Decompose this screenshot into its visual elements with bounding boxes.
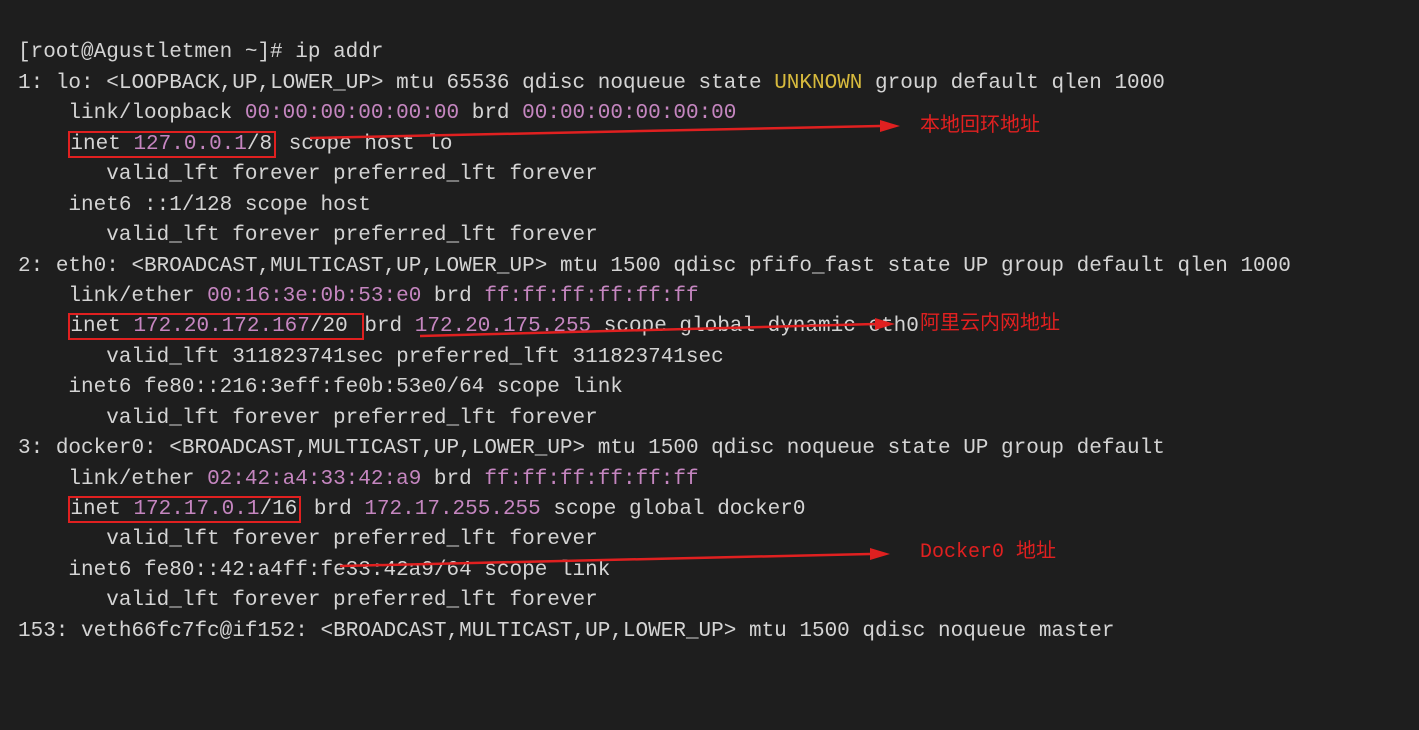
iface-veth: 153: veth66fc7fc@if152: <BROADCAST,MULTI… — [18, 620, 1114, 643]
docker0-inet6-lft: valid_lft forever preferred_lft forever — [18, 589, 598, 612]
docker0-link: link/ether 02:42:a4:33:42:a9 brd ff:ff:f… — [18, 468, 699, 491]
iface-eth0: 2: eth0: <BROADCAST,MULTICAST,UP,LOWER_U… — [18, 255, 1291, 278]
iface-docker0: 3: docker0: <BROADCAST,MULTICAST,UP,LOWE… — [18, 437, 1165, 460]
terminal-output: [root@Agustletmen ~]# ip addr 1: lo: <LO… — [0, 0, 1419, 655]
annotation-aliyun: 阿里云内网地址 — [920, 310, 1060, 339]
eth0-inet6-lft: valid_lft forever preferred_lft forever — [18, 407, 598, 430]
lo-inet: inet 127.0.0.1/8 scope host lo — [18, 131, 453, 158]
eth0-inet-lft: valid_lft 311823741sec preferred_lft 311… — [18, 346, 724, 369]
annotation-docker: Docker0 地址 — [920, 538, 1056, 567]
lo-inet-lft: valid_lft forever preferred_lft forever — [18, 163, 598, 186]
lo-inet6-lft: valid_lft forever preferred_lft forever — [18, 224, 598, 247]
iface-lo: 1: lo: <LOOPBACK,UP,LOWER_UP> mtu 65536 … — [18, 72, 1165, 95]
annotation-loopback: 本地回环地址 — [920, 112, 1040, 141]
docker0-inet6: inet6 fe80::42:a4ff:fe33:42a9/64 scope l… — [18, 559, 610, 582]
lo-link: link/loopback 00:00:00:00:00:00 brd 00:0… — [18, 102, 736, 125]
loopback-highlight: inet 127.0.0.1/8 — [68, 131, 276, 158]
prompt: [root@Agustletmen ~]# ip addr — [18, 41, 383, 64]
eth0-link: link/ether 00:16:3e:0b:53:e0 brd ff:ff:f… — [18, 285, 699, 308]
docker0-inet: inet 172.17.0.1/16 brd 172.17.255.255 sc… — [18, 496, 805, 523]
docker0-inet-lft: valid_lft forever preferred_lft forever — [18, 528, 598, 551]
lo-inet6: inet6 ::1/128 scope host — [18, 194, 371, 217]
eth0-inet6: inet6 fe80::216:3eff:fe0b:53e0/64 scope … — [18, 376, 623, 399]
eth0-inet: inet 172.20.172.167/20 brd 172.20.175.25… — [18, 313, 919, 340]
eth0-highlight: inet 172.20.172.167/20 — [68, 313, 364, 340]
docker0-highlight: inet 172.17.0.1/16 — [68, 496, 301, 523]
